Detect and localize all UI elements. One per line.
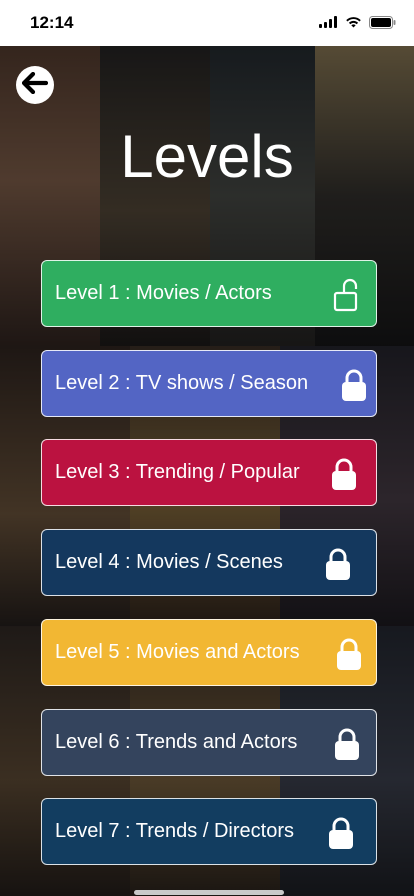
back-button[interactable]	[16, 66, 54, 104]
level-label: Level 1 : Movies / Actors	[55, 282, 272, 304]
padlock-icon	[329, 457, 359, 491]
status-bar: 12:14	[0, 0, 414, 46]
arrow-left-icon	[21, 71, 49, 99]
wifi-icon	[345, 16, 362, 28]
padlock-icon	[323, 547, 353, 581]
page-title: Levels	[120, 123, 294, 190]
padlock-icon	[334, 637, 364, 671]
padlock-icon	[326, 816, 356, 850]
level-4-button[interactable]: Level 4 : Movies / Scenes	[41, 529, 377, 597]
status-time: 12:14	[30, 13, 74, 32]
level-label: Level 5 : Movies and Actors	[55, 640, 300, 663]
level-label: Level 2 : TV shows / Season	[55, 371, 309, 394]
level-label: Level 3 : Trending / Popular	[55, 461, 300, 484]
padlock-icon	[339, 368, 369, 402]
level-1-button[interactable]: Level 1 : Movies / Actors	[41, 260, 377, 327]
level-5-button[interactable]: Level 5 : Movies and Actors	[41, 618, 377, 686]
level-3-button[interactable]: Level 3 : Trending / Popular	[41, 439, 377, 507]
padlock-icon	[332, 727, 362, 761]
home-indicator	[134, 890, 284, 895]
unlocked-padlock-icon	[331, 278, 361, 312]
battery-icon	[369, 15, 396, 29]
signal-icon	[319, 16, 338, 28]
level-label: Level 4 : Movies / Scenes	[55, 551, 283, 574]
level-7-button[interactable]: Level 7 : Trends / Directors	[41, 798, 377, 866]
level-label: Level 7 : Trends / Directors	[55, 820, 294, 843]
level-label: Level 6 : Trends and Actors	[55, 730, 298, 753]
status-icons	[319, 14, 396, 30]
level-6-button[interactable]: Level 6 : Trends and Actors	[41, 708, 377, 776]
level-2-button[interactable]: Level 2 : TV shows / Season	[41, 349, 377, 417]
